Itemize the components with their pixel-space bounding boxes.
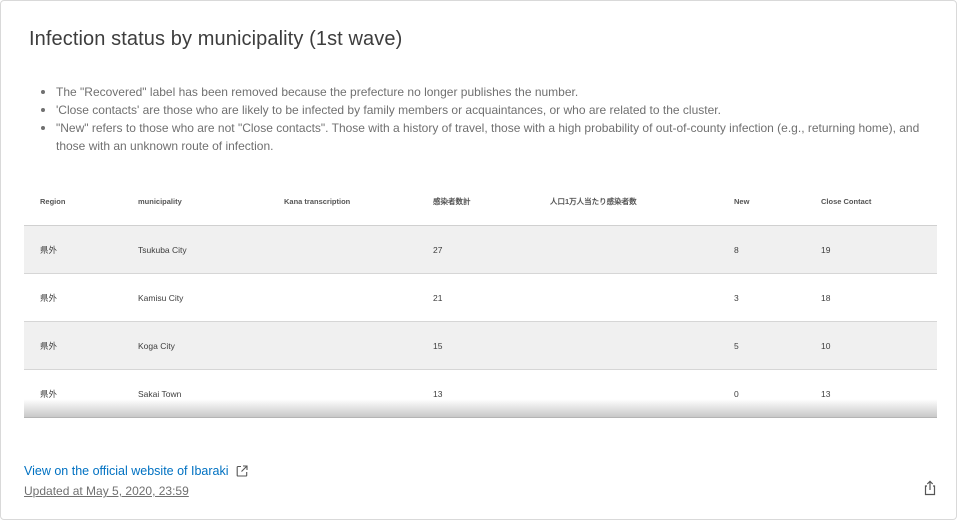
column-header-new[interactable]: New (718, 178, 805, 226)
cell-total: 13 (417, 369, 534, 418)
column-header-municipality[interactable]: municipality (122, 178, 268, 226)
cell-close-contact: 18 (805, 273, 937, 322)
cell-municipality: Tsukuba City (122, 225, 268, 274)
cell-kana (268, 225, 417, 274)
cell-per-10k (534, 273, 718, 322)
external-link-icon (236, 465, 248, 480)
cell-total: 15 (417, 321, 534, 370)
municipality-table: Region municipality Kana transcription 感… (24, 178, 937, 418)
note-item: "New" refers to those who are not "Close… (37, 119, 937, 155)
cell-region: 県外 (24, 369, 122, 418)
cell-region: 県外 (24, 321, 122, 370)
share-icon[interactable] (922, 480, 938, 496)
cell-per-10k (534, 321, 718, 370)
column-header-total-infected[interactable]: 感染者数計 (417, 178, 534, 226)
cell-region: 県外 (24, 273, 122, 322)
notes-list: The "Recovered" label has been removed b… (37, 83, 937, 155)
cell-new: 0 (718, 369, 805, 418)
cell-per-10k (534, 369, 718, 418)
cell-municipality: Koga City (122, 321, 268, 370)
cell-kana (268, 273, 417, 322)
column-header-kana[interactable]: Kana transcription (268, 178, 417, 226)
table-row: 県外 Sakai Town 13 0 13 (24, 369, 937, 418)
card-title: Infection status by municipality (1st wa… (29, 28, 403, 50)
cell-new: 8 (718, 225, 805, 274)
official-website-link[interactable]: View on the official website of Ibaraki (24, 464, 248, 480)
cell-total: 21 (417, 273, 534, 322)
column-header-close-contact[interactable]: Close Contact (805, 178, 937, 226)
cell-per-10k (534, 225, 718, 274)
municipality-table-container[interactable]: Region municipality Kana transcription 感… (24, 178, 937, 418)
official-website-link-label: View on the official website of Ibaraki (24, 464, 229, 478)
table-header-row: Region municipality Kana transcription 感… (24, 178, 937, 226)
cell-close-contact: 19 (805, 225, 937, 274)
column-header-region[interactable]: Region (24, 178, 122, 226)
table-row: 県外 Koga City 15 5 10 (24, 321, 937, 370)
note-item: The "Recovered" label has been removed b… (37, 83, 937, 101)
cell-kana (268, 321, 417, 370)
cell-municipality: Sakai Town (122, 369, 268, 418)
cell-close-contact: 10 (805, 321, 937, 370)
table-row: 県外 Tsukuba City 27 8 19 (24, 225, 937, 274)
cell-total: 27 (417, 225, 534, 274)
infection-status-card: Infection status by municipality (1st wa… (0, 0, 957, 520)
table-row: 県外 Kamisu City 21 3 18 (24, 273, 937, 322)
cell-new: 5 (718, 321, 805, 370)
updated-timestamp: Updated at May 5, 2020, 23:59 (24, 484, 189, 498)
column-header-per-10k[interactable]: 人口1万人当たり感染者数 (534, 178, 718, 226)
cell-close-contact: 13 (805, 369, 937, 418)
cell-municipality: Kamisu City (122, 273, 268, 322)
cell-kana (268, 369, 417, 418)
cell-region: 県外 (24, 225, 122, 274)
note-item: 'Close contacts' are those who are likel… (37, 101, 937, 119)
cell-new: 3 (718, 273, 805, 322)
